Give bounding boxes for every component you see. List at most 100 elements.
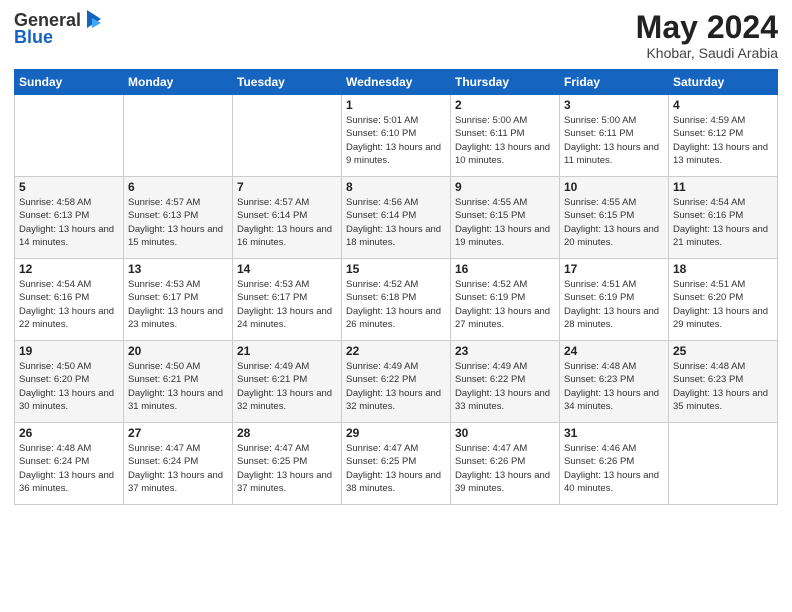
day-number: 2 (455, 98, 555, 112)
day-number: 13 (128, 262, 228, 276)
calendar-week-row: 19 Sunrise: 4:50 AMSunset: 6:20 PMDaylig… (15, 341, 778, 423)
day-info: Sunrise: 5:00 AMSunset: 6:11 PMDaylight:… (455, 115, 550, 166)
table-row: 16 Sunrise: 4:52 AMSunset: 6:19 PMDaylig… (451, 259, 560, 341)
table-row: 20 Sunrise: 4:50 AMSunset: 6:21 PMDaylig… (124, 341, 233, 423)
col-saturday: Saturday (669, 70, 778, 95)
col-monday: Monday (124, 70, 233, 95)
calendar-week-row: 1 Sunrise: 5:01 AMSunset: 6:10 PMDayligh… (15, 95, 778, 177)
day-info: Sunrise: 4:46 AMSunset: 6:26 PMDaylight:… (564, 443, 659, 494)
table-row: 25 Sunrise: 4:48 AMSunset: 6:23 PMDaylig… (669, 341, 778, 423)
day-number: 18 (673, 262, 773, 276)
table-row: 31 Sunrise: 4:46 AMSunset: 6:26 PMDaylig… (560, 423, 669, 505)
day-number: 11 (673, 180, 773, 194)
calendar-header-row: Sunday Monday Tuesday Wednesday Thursday… (15, 70, 778, 95)
day-info: Sunrise: 4:59 AMSunset: 6:12 PMDaylight:… (673, 115, 768, 166)
table-row: 3 Sunrise: 5:00 AMSunset: 6:11 PMDayligh… (560, 95, 669, 177)
month-year-title: May 2024 (636, 10, 778, 45)
table-row: 10 Sunrise: 4:55 AMSunset: 6:15 PMDaylig… (560, 177, 669, 259)
day-number: 29 (346, 426, 446, 440)
table-row (15, 95, 124, 177)
col-wednesday: Wednesday (342, 70, 451, 95)
day-number: 20 (128, 344, 228, 358)
day-number: 14 (237, 262, 337, 276)
table-row: 19 Sunrise: 4:50 AMSunset: 6:20 PMDaylig… (15, 341, 124, 423)
day-info: Sunrise: 4:47 AMSunset: 6:25 PMDaylight:… (346, 443, 441, 494)
logo-icon (83, 10, 105, 30)
day-number: 16 (455, 262, 555, 276)
day-info: Sunrise: 4:49 AMSunset: 6:22 PMDaylight:… (455, 361, 550, 412)
day-number: 17 (564, 262, 664, 276)
table-row: 1 Sunrise: 5:01 AMSunset: 6:10 PMDayligh… (342, 95, 451, 177)
day-info: Sunrise: 4:57 AMSunset: 6:14 PMDaylight:… (237, 197, 332, 248)
table-row: 23 Sunrise: 4:49 AMSunset: 6:22 PMDaylig… (451, 341, 560, 423)
table-row: 27 Sunrise: 4:47 AMSunset: 6:24 PMDaylig… (124, 423, 233, 505)
day-info: Sunrise: 4:47 AMSunset: 6:24 PMDaylight:… (128, 443, 223, 494)
day-number: 12 (19, 262, 119, 276)
table-row: 13 Sunrise: 4:53 AMSunset: 6:17 PMDaylig… (124, 259, 233, 341)
day-number: 3 (564, 98, 664, 112)
day-number: 22 (346, 344, 446, 358)
day-number: 6 (128, 180, 228, 194)
day-number: 5 (19, 180, 119, 194)
day-info: Sunrise: 4:53 AMSunset: 6:17 PMDaylight:… (128, 279, 223, 330)
table-row: 18 Sunrise: 4:51 AMSunset: 6:20 PMDaylig… (669, 259, 778, 341)
day-info: Sunrise: 4:50 AMSunset: 6:21 PMDaylight:… (128, 361, 223, 412)
table-row: 15 Sunrise: 4:52 AMSunset: 6:18 PMDaylig… (342, 259, 451, 341)
table-row: 7 Sunrise: 4:57 AMSunset: 6:14 PMDayligh… (233, 177, 342, 259)
calendar-week-row: 12 Sunrise: 4:54 AMSunset: 6:16 PMDaylig… (15, 259, 778, 341)
table-row: 14 Sunrise: 4:53 AMSunset: 6:17 PMDaylig… (233, 259, 342, 341)
calendar-table: Sunday Monday Tuesday Wednesday Thursday… (14, 69, 778, 505)
table-row: 11 Sunrise: 4:54 AMSunset: 6:16 PMDaylig… (669, 177, 778, 259)
table-row (124, 95, 233, 177)
day-number: 8 (346, 180, 446, 194)
day-info: Sunrise: 4:50 AMSunset: 6:20 PMDaylight:… (19, 361, 114, 412)
day-info: Sunrise: 4:58 AMSunset: 6:13 PMDaylight:… (19, 197, 114, 248)
table-row: 28 Sunrise: 4:47 AMSunset: 6:25 PMDaylig… (233, 423, 342, 505)
day-info: Sunrise: 4:51 AMSunset: 6:20 PMDaylight:… (673, 279, 768, 330)
day-number: 25 (673, 344, 773, 358)
day-number: 21 (237, 344, 337, 358)
day-info: Sunrise: 4:54 AMSunset: 6:16 PMDaylight:… (19, 279, 114, 330)
table-row: 24 Sunrise: 4:48 AMSunset: 6:23 PMDaylig… (560, 341, 669, 423)
table-row: 30 Sunrise: 4:47 AMSunset: 6:26 PMDaylig… (451, 423, 560, 505)
day-info: Sunrise: 4:53 AMSunset: 6:17 PMDaylight:… (237, 279, 332, 330)
table-row: 21 Sunrise: 4:49 AMSunset: 6:21 PMDaylig… (233, 341, 342, 423)
day-info: Sunrise: 4:57 AMSunset: 6:13 PMDaylight:… (128, 197, 223, 248)
logo: General Blue (14, 10, 105, 48)
table-row: 12 Sunrise: 4:54 AMSunset: 6:16 PMDaylig… (15, 259, 124, 341)
page-container: General Blue May 2024 Khobar, Saudi Arab… (0, 0, 792, 513)
day-info: Sunrise: 4:55 AMSunset: 6:15 PMDaylight:… (455, 197, 550, 248)
day-info: Sunrise: 4:48 AMSunset: 6:24 PMDaylight:… (19, 443, 114, 494)
day-number: 23 (455, 344, 555, 358)
table-row: 4 Sunrise: 4:59 AMSunset: 6:12 PMDayligh… (669, 95, 778, 177)
day-info: Sunrise: 4:48 AMSunset: 6:23 PMDaylight:… (673, 361, 768, 412)
col-thursday: Thursday (451, 70, 560, 95)
day-info: Sunrise: 4:51 AMSunset: 6:19 PMDaylight:… (564, 279, 659, 330)
day-info: Sunrise: 4:56 AMSunset: 6:14 PMDaylight:… (346, 197, 441, 248)
day-info: Sunrise: 4:49 AMSunset: 6:22 PMDaylight:… (346, 361, 441, 412)
day-number: 15 (346, 262, 446, 276)
day-info: Sunrise: 4:47 AMSunset: 6:26 PMDaylight:… (455, 443, 550, 494)
day-info: Sunrise: 4:49 AMSunset: 6:21 PMDaylight:… (237, 361, 332, 412)
table-row: 22 Sunrise: 4:49 AMSunset: 6:22 PMDaylig… (342, 341, 451, 423)
day-info: Sunrise: 4:48 AMSunset: 6:23 PMDaylight:… (564, 361, 659, 412)
table-row: 26 Sunrise: 4:48 AMSunset: 6:24 PMDaylig… (15, 423, 124, 505)
day-info: Sunrise: 4:55 AMSunset: 6:15 PMDaylight:… (564, 197, 659, 248)
day-info: Sunrise: 5:00 AMSunset: 6:11 PMDaylight:… (564, 115, 659, 166)
day-info: Sunrise: 4:47 AMSunset: 6:25 PMDaylight:… (237, 443, 332, 494)
day-number: 28 (237, 426, 337, 440)
table-row: 17 Sunrise: 4:51 AMSunset: 6:19 PMDaylig… (560, 259, 669, 341)
table-row: 8 Sunrise: 4:56 AMSunset: 6:14 PMDayligh… (342, 177, 451, 259)
day-info: Sunrise: 4:52 AMSunset: 6:18 PMDaylight:… (346, 279, 441, 330)
col-tuesday: Tuesday (233, 70, 342, 95)
day-number: 4 (673, 98, 773, 112)
day-number: 19 (19, 344, 119, 358)
location-subtitle: Khobar, Saudi Arabia (636, 45, 778, 61)
day-number: 27 (128, 426, 228, 440)
day-info: Sunrise: 4:52 AMSunset: 6:19 PMDaylight:… (455, 279, 550, 330)
table-row (233, 95, 342, 177)
day-number: 31 (564, 426, 664, 440)
day-number: 30 (455, 426, 555, 440)
table-row: 29 Sunrise: 4:47 AMSunset: 6:25 PMDaylig… (342, 423, 451, 505)
table-row: 5 Sunrise: 4:58 AMSunset: 6:13 PMDayligh… (15, 177, 124, 259)
